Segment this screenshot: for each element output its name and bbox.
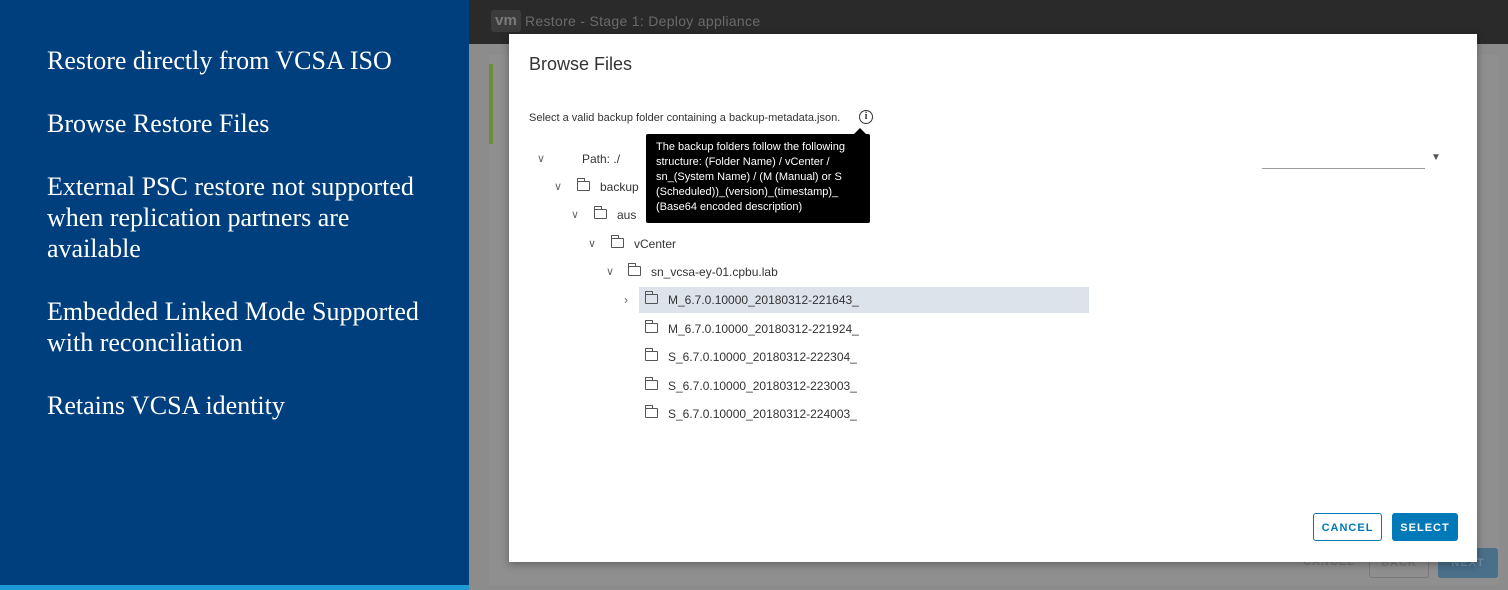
browse-files-dialog: Browse Files Select a valid backup folde…	[509, 34, 1477, 562]
tree-row-backup-item[interactable]: S_6.7.0.10000_20180312-222304_	[639, 344, 1089, 370]
backup-item-label: S_6.7.0.10000_20180312-223003_	[668, 379, 857, 393]
chevron-down-icon[interactable]: ∨	[552, 174, 564, 200]
dialog-title: Browse Files	[529, 54, 633, 74]
info-icon[interactable]: i	[859, 110, 873, 124]
filter-icon[interactable]: ▼	[1431, 152, 1441, 163]
folder-icon	[645, 291, 658, 304]
folder-label-backup: backup	[600, 180, 639, 194]
chevron-right-icon[interactable]: ›	[620, 287, 632, 313]
cancel-button[interactable]: CANCEL	[1313, 513, 1382, 541]
path-label: Path: ./	[582, 152, 621, 166]
bullet-browse-files: Browse Restore Files	[47, 109, 270, 138]
bullet-restore-iso: Restore directly from VCSA ISO	[47, 46, 392, 75]
folder-icon	[645, 405, 658, 418]
folder-label-vcenter: vCenter	[634, 237, 677, 251]
structure-tooltip: The backup folders follow the following …	[646, 128, 870, 223]
vm-logo: vm	[491, 10, 521, 32]
folder-label-aus: aus	[617, 208, 637, 222]
bullet-identity: Retains VCSA identity	[47, 391, 285, 420]
tree-row-backup-item[interactable]: M_6.7.0.10000_20180312-221924_	[639, 316, 1089, 342]
folder-icon	[645, 320, 658, 333]
chevron-down-icon[interactable]: ∨	[604, 259, 616, 285]
folder-icon	[594, 206, 607, 219]
tree-row-backup-item[interactable]: M_6.7.0.10000_20180312-221643_	[639, 287, 1089, 313]
chevron-down-icon[interactable]: ∨	[535, 146, 547, 172]
folder-icon	[611, 235, 624, 248]
backup-item-label: S_6.7.0.10000_20180312-222304_	[668, 350, 857, 364]
tree-row-system[interactable]: ∨ sn_vcsa-ey-01.cpbu.lab	[529, 259, 829, 285]
bullet-linked-mode: Embedded Linked Mode Supported with reco…	[47, 297, 419, 357]
tree-row-backup-item[interactable]: S_6.7.0.10000_20180312-223003_	[639, 373, 1089, 399]
folder-icon	[628, 263, 641, 276]
select-button[interactable]: SELECT	[1392, 513, 1458, 541]
dialog-instruction: Select a valid backup folder containing …	[529, 112, 841, 124]
chevron-down-icon[interactable]: ∨	[569, 202, 581, 228]
folder-icon	[577, 178, 590, 191]
folder-icon	[645, 348, 658, 361]
chevron-down-icon[interactable]: ∨	[586, 231, 598, 257]
tree-row-vcenter[interactable]: ∨ vCenter	[529, 231, 749, 257]
app-title: Restore - Stage 1: Deploy appliance	[525, 13, 761, 29]
bullet-external-psc: External PSC restore not supported when …	[47, 172, 414, 263]
backup-item-label: M_6.7.0.10000_20180312-221643_	[668, 293, 859, 307]
slide-stripe	[0, 585, 469, 590]
backup-item-label: M_6.7.0.10000_20180312-221924_	[668, 322, 859, 336]
tree-row-backup-item[interactable]: S_6.7.0.10000_20180312-224003_	[639, 401, 1089, 427]
folder-icon	[645, 377, 658, 390]
wizard-step-indicator	[489, 64, 493, 144]
backup-item-label: S_6.7.0.10000_20180312-224003_	[668, 407, 857, 421]
filter-input[interactable]	[1262, 168, 1425, 169]
slide-panel: Restore directly from VCSA ISO Browse Re…	[0, 0, 469, 590]
folder-label-system: sn_vcsa-ey-01.cpbu.lab	[651, 265, 778, 279]
